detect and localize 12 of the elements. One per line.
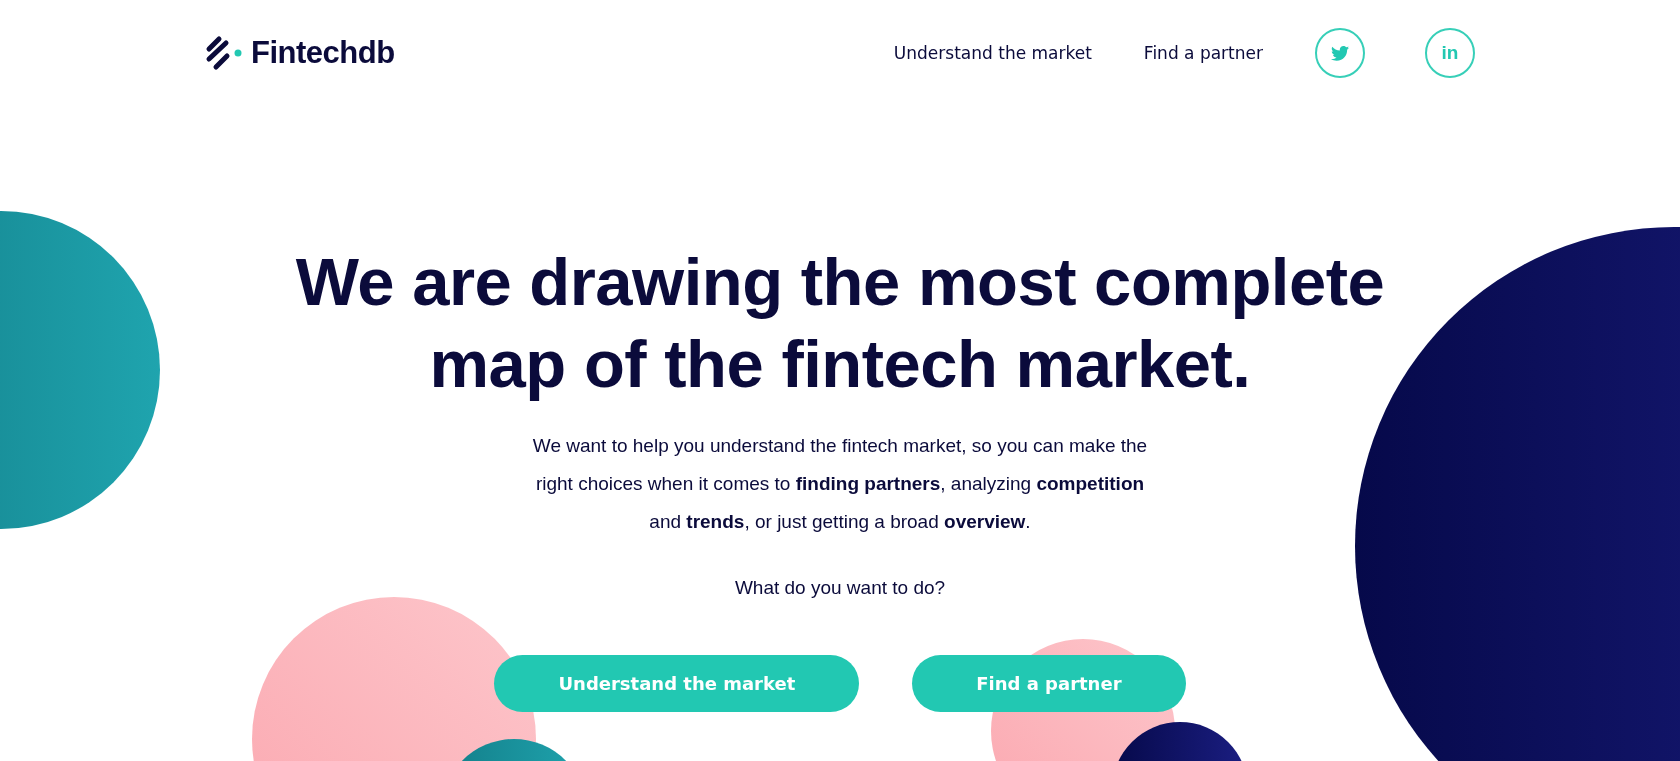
headline: map of the fintech market.	[429, 325, 1251, 403]
nav-link[interactable]: Understand the market	[893, 43, 1092, 63]
nav-link[interactable]: Find a partner	[1143, 43, 1263, 63]
intro-paragraph: We want to help you understand the fintech market, so you can make the right choices when it comes to finding partners, analyzing competition and trends, or just getting a broad overview.	[531, 434, 1149, 534]
linkedin-button[interactable]: in	[1425, 28, 1475, 78]
twitter-button[interactable]	[1315, 28, 1365, 78]
cta-button[interactable]: Find a partner	[912, 655, 1186, 712]
question-text: What do you want to do?	[734, 577, 946, 599]
logo-text: Fintechdb	[251, 35, 395, 71]
bird-icon	[1331, 45, 1349, 61]
headline: We are drawing the most complete	[295, 243, 1385, 321]
cta-button[interactable]: Understand the market	[494, 655, 860, 712]
